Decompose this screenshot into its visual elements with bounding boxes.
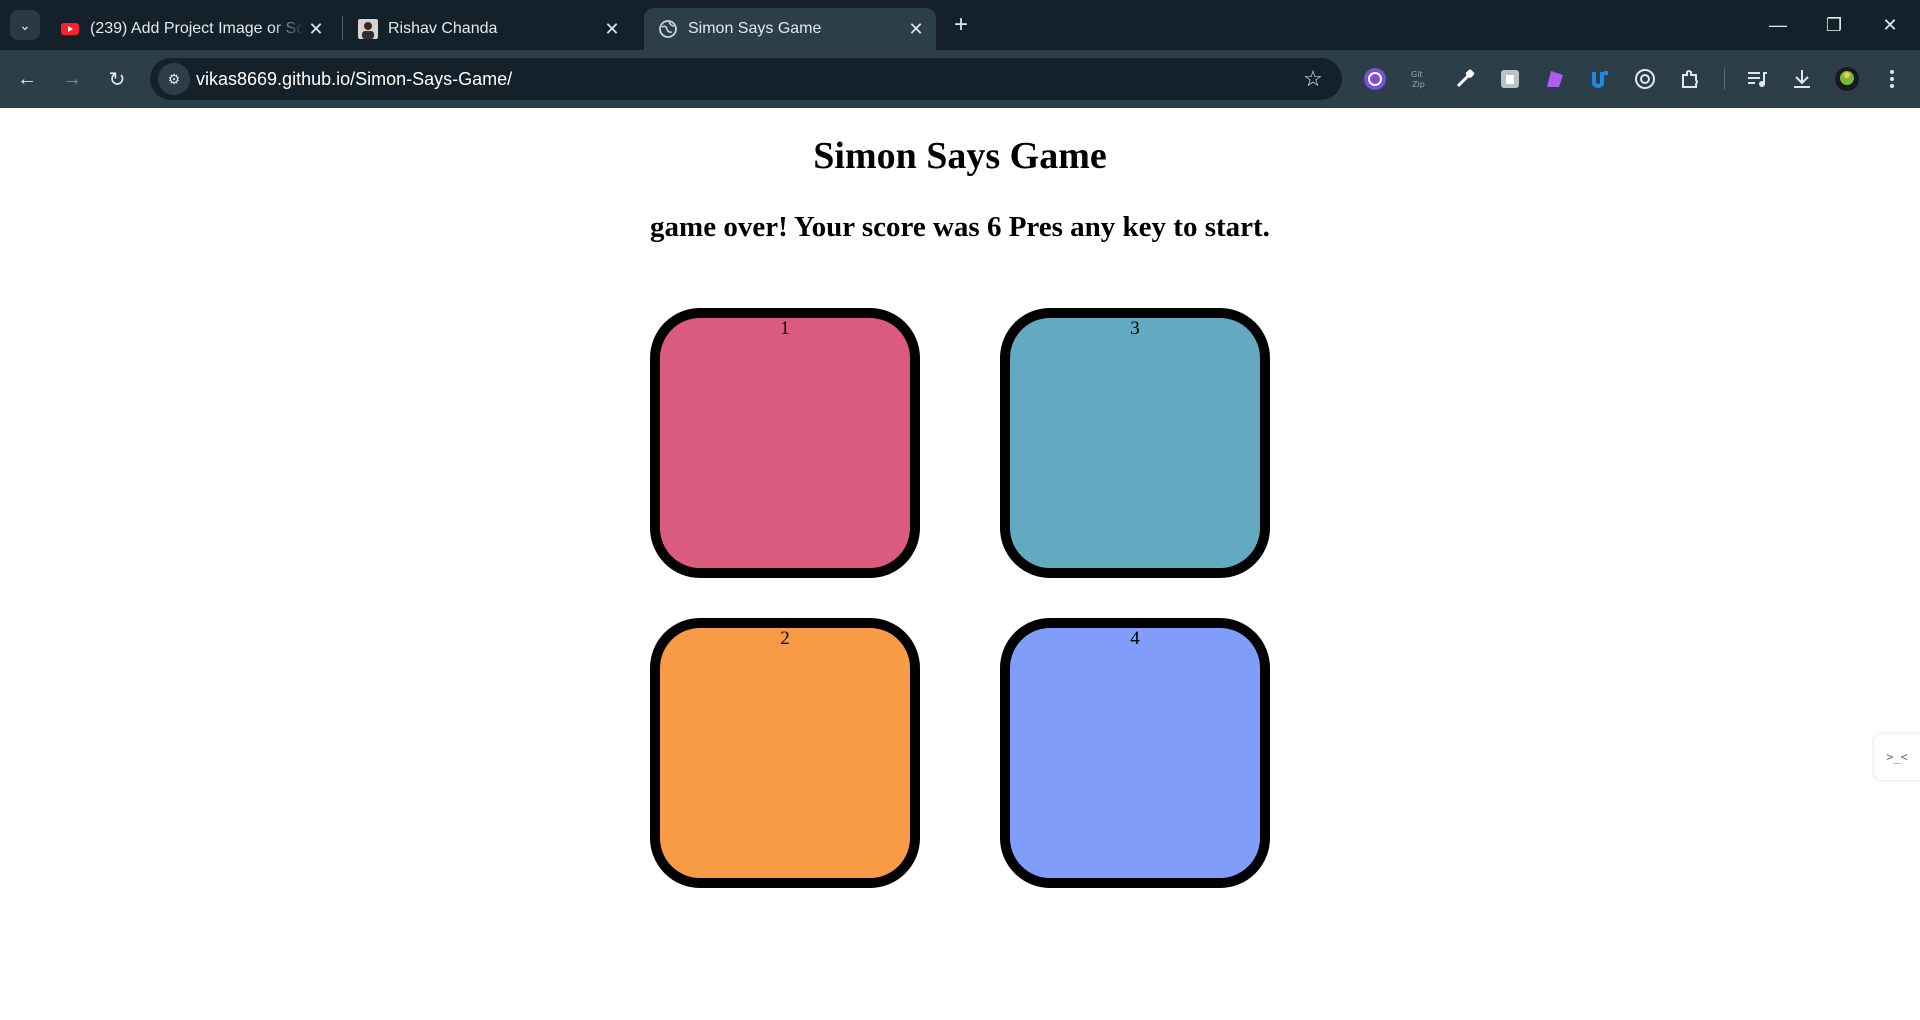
plus-icon: +	[953, 11, 968, 38]
button-label: 4	[1130, 628, 1140, 649]
tab-title: Rishav Chanda	[388, 20, 498, 37]
emoji-face-icon: >_<	[1886, 750, 1908, 764]
simon-button-4[interactable]: 4	[1000, 618, 1270, 888]
restore-button[interactable]: ❐	[1806, 0, 1862, 50]
game-status-text: game over! Your score was 6 Pres any key…	[650, 211, 1270, 243]
close-icon[interactable]: ✕	[600, 17, 624, 41]
close-icon[interactable]: ✕	[904, 17, 928, 41]
side-panel-widget[interactable]: >_<	[1874, 734, 1920, 780]
reload-icon: ↻	[108, 68, 126, 91]
url-text[interactable]: vikas8669.github.io/Simon-Says-Game/	[196, 69, 512, 90]
minimize-button[interactable]: —	[1750, 0, 1806, 50]
new-tab-button[interactable]: +	[946, 10, 976, 40]
media-control-icon[interactable]	[1744, 66, 1770, 92]
vscode-extension-icon[interactable]	[1587, 66, 1613, 92]
button-label: 1	[780, 318, 790, 339]
address-bar[interactable]: ⚙ vikas8669.github.io/Simon-Says-Game/ ☆	[150, 58, 1342, 100]
simon-button-2[interactable]: 2	[650, 618, 920, 888]
profile-avatar-icon	[358, 19, 378, 39]
tab-search-button[interactable]: ⌄	[10, 10, 40, 40]
tab-title: (239) Add Project Image or Screenshots	[90, 20, 304, 37]
svg-text:Git: Git	[1411, 70, 1423, 79]
button-label: 3	[1130, 318, 1140, 339]
grammar-extension-icon[interactable]	[1362, 66, 1388, 92]
back-button[interactable]: ←	[10, 62, 44, 96]
close-icon[interactable]: ✕	[304, 17, 328, 41]
reload-button[interactable]: ↻	[100, 62, 134, 96]
bookmark-button[interactable]: ☆	[1300, 66, 1326, 92]
tune-icon: ⚙	[167, 70, 181, 87]
more-menu-icon[interactable]	[1879, 66, 1905, 92]
url-path: /Simon-Says-Game/	[350, 69, 513, 89]
note-extension-icon[interactable]	[1497, 66, 1523, 92]
tab-divider	[342, 16, 343, 40]
chevron-down-icon: ⌄	[19, 16, 31, 33]
svg-text:Zip: Zip	[1412, 80, 1425, 89]
page-title: Simon Says Game	[813, 135, 1107, 177]
tab-strip: ⌄ (239) Add Project Image or Screenshots…	[0, 0, 1920, 50]
globe-icon	[659, 20, 677, 38]
site-info-button[interactable]: ⚙	[158, 63, 190, 95]
tab-simon-says-game[interactable]: Simon Says Game ✕	[644, 8, 936, 50]
toolbar-divider	[1724, 68, 1725, 90]
puzzle-extensions-icon[interactable]	[1677, 66, 1703, 92]
arrow-right-icon: →	[62, 67, 82, 90]
youtube-icon	[61, 23, 79, 35]
color-picker-icon[interactable]	[1452, 66, 1478, 92]
page-content: Simon Says Game game over! Your score wa…	[0, 108, 1920, 1020]
profile-icon[interactable]	[1834, 66, 1860, 92]
simon-button-1[interactable]: 1	[650, 308, 920, 578]
forward-button[interactable]: →	[55, 62, 89, 96]
gitzip-icon[interactable]: Git Zip	[1407, 66, 1433, 92]
tab-youtube[interactable]: (239) Add Project Image or Screenshots ✕	[46, 8, 336, 50]
tab-rishav-chanda[interactable]: Rishav Chanda ✕	[344, 8, 632, 50]
arrow-left-icon: ←	[17, 67, 37, 90]
star-icon: ☆	[1303, 66, 1323, 91]
window-close-button[interactable]: ✕	[1862, 0, 1918, 50]
target-extension-icon[interactable]	[1632, 66, 1658, 92]
restore-icon: ❐	[1825, 14, 1843, 35]
close-icon: ✕	[1882, 14, 1898, 35]
url-domain: vikas8669.github.io	[196, 69, 351, 89]
download-icon[interactable]	[1789, 66, 1815, 92]
simon-button-3[interactable]: 3	[1000, 308, 1270, 578]
ai-extension-icon[interactable]	[1542, 66, 1568, 92]
tab-title: Simon Says Game	[688, 20, 822, 37]
button-label: 2	[780, 628, 790, 649]
minimize-icon: —	[1769, 14, 1787, 35]
browser-toolbar: ← → ↻ ⚙ vikas8669.github.io/Simon-Says-G…	[0, 50, 1920, 108]
